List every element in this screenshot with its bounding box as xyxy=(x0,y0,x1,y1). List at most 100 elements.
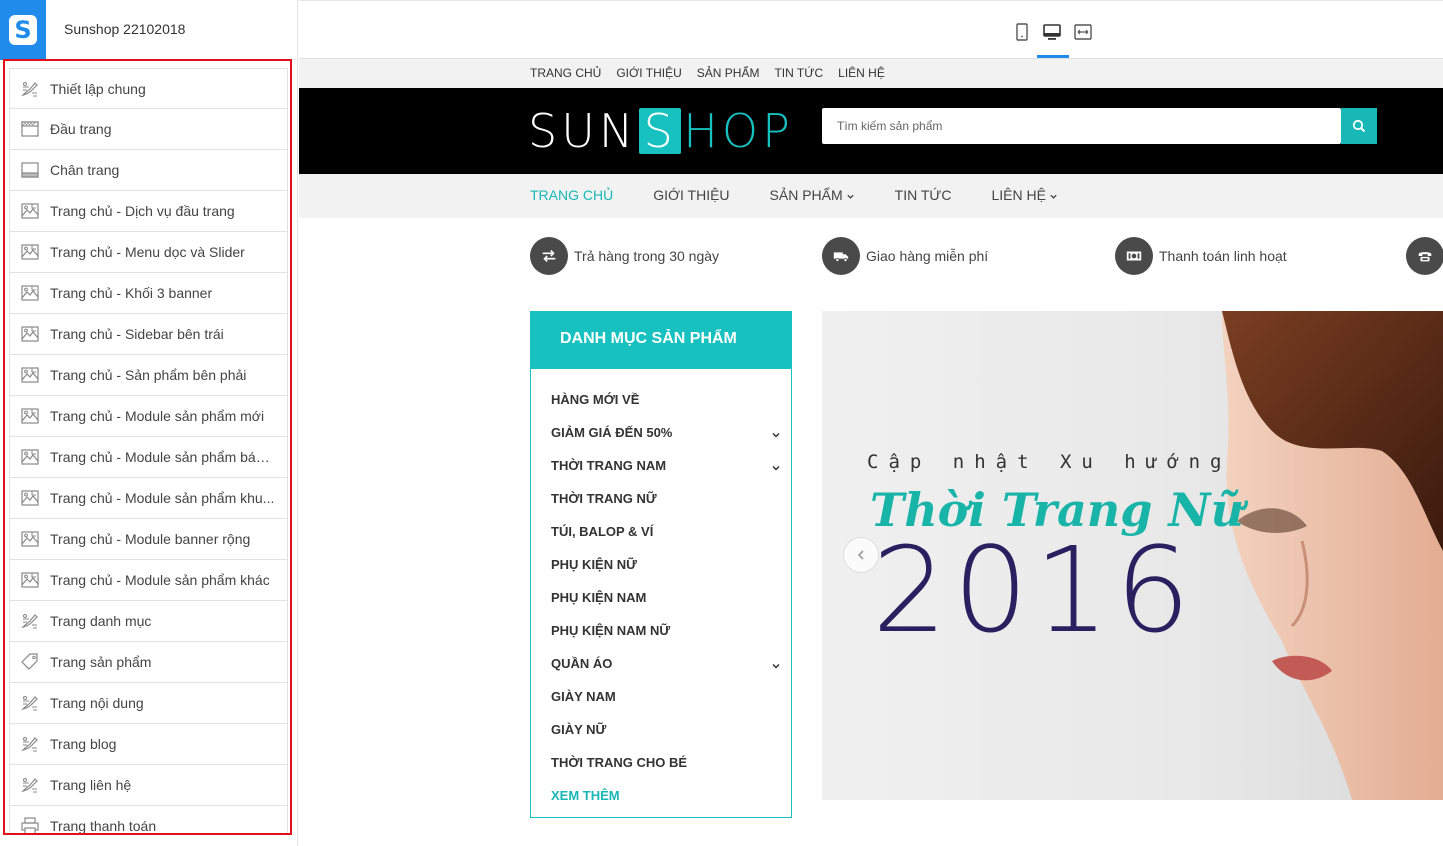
hero-slider[interactable]: Cập nhật Xu hướng Thời Trang Nữ 2016 xyxy=(822,311,1443,800)
category-item[interactable]: PHỤ KIỆN NAM NỮ xyxy=(531,614,791,647)
section-item[interactable]: Trang chủ - Menu dọc và Slider xyxy=(9,232,288,273)
section-item[interactable]: Trang liên hệ xyxy=(9,765,288,806)
homepage-image-icon xyxy=(20,242,40,262)
category-item[interactable]: THỜI TRANG NAM xyxy=(531,449,791,482)
section-item[interactable]: Thiết lập chung xyxy=(9,68,288,109)
mobile-view-icon[interactable] xyxy=(1011,21,1033,43)
nav-item[interactable]: LIÊN HỆ xyxy=(991,187,1057,204)
top-link[interactable]: TIN TỨC xyxy=(774,66,823,80)
storefront-preview: TRANG CHỦ GIỚI THIỆU SẢN PHẨM TIN TỨC LIÊN H… xyxy=(299,59,1443,846)
section-item-label: Trang chủ - Module sản phẩm mới xyxy=(50,408,265,424)
header-bar: SUN S HOP xyxy=(299,88,1443,174)
nav-item-label: LIÊN HỆ xyxy=(991,187,1046,203)
search-input[interactable] xyxy=(822,108,1341,144)
section-list-frame: Thiết lập chung Đầu trang Chân trang Trang … xyxy=(3,59,292,835)
preview-toolbar xyxy=(299,0,1443,59)
category-item[interactable]: HÀNG MỚI VỀ xyxy=(531,383,791,416)
category-panel: DANH MỤC SẢN PHẨM HÀNG MỚI VỀ GIẢM GIÁ ĐẾ… xyxy=(530,311,792,818)
top-link[interactable]: SẢN PHẨM xyxy=(697,66,760,80)
service-item: Thanh toán linh hoạt xyxy=(1115,237,1287,275)
service-item: Giao hàng miễn phí xyxy=(822,237,988,275)
homepage-image-icon xyxy=(20,488,40,508)
section-item-label: Trang blog xyxy=(50,736,117,752)
category-view-more-link[interactable]: XEM THÊM xyxy=(531,779,791,812)
service-label: Trả hàng trong 30 ngày xyxy=(574,248,720,264)
section-item-label: Trang chủ - Khối 3 banner xyxy=(50,285,213,301)
footer-layout-icon xyxy=(20,160,40,180)
section-item[interactable]: Trang blog xyxy=(9,724,288,765)
section-item[interactable]: Trang nội dung xyxy=(9,683,288,724)
section-item[interactable]: Trang chủ - Module sản phẩm mới xyxy=(9,396,288,437)
category-item[interactable]: THỜI TRANG CHO BÉ xyxy=(531,746,791,779)
section-item[interactable]: Trang chủ - Khối 3 banner xyxy=(9,273,288,314)
search-icon xyxy=(1352,119,1366,133)
nav-item[interactable]: TRANG CHỦ xyxy=(530,187,613,204)
nav-item[interactable]: TIN TỨC xyxy=(895,187,952,204)
section-item[interactable]: Trang chủ - Dịch vụ đầu trang xyxy=(9,191,288,232)
category-label: GIẢM GIÁ ĐẾN 50% xyxy=(551,425,673,440)
section-item-label: Trang chủ - Dịch vụ đầu trang xyxy=(50,203,235,219)
header-layout-icon xyxy=(20,119,40,139)
top-link[interactable]: LIÊN HỆ xyxy=(838,66,885,80)
chevron-down-icon[interactable] xyxy=(771,659,781,669)
section-item-label: Trang nội dung xyxy=(50,695,144,711)
homepage-image-icon xyxy=(20,365,40,385)
section-item-label: Trang chủ - Module banner rộng xyxy=(50,531,251,547)
section-item[interactable]: Trang chủ - Module sản phẩm khu... xyxy=(9,478,288,519)
logo-bag-letter: S xyxy=(643,104,677,158)
homepage-image-icon xyxy=(20,529,40,549)
logo-text-sun: SUN xyxy=(528,104,638,158)
section-item-label: Trang chủ - Module sản phẩm khu... xyxy=(50,490,275,506)
section-item[interactable]: Trang thanh toán xyxy=(9,806,288,833)
chevron-down-icon[interactable] xyxy=(771,461,781,471)
truck-icon xyxy=(822,237,860,275)
section-item[interactable]: Trang chủ - Module sản phẩm khác xyxy=(9,560,288,601)
category-item[interactable]: GIÀY NAM xyxy=(531,680,791,713)
nav-item[interactable]: GIỚI THIỆU xyxy=(653,187,729,204)
category-item[interactable]: QUẦN ÁO xyxy=(531,647,791,680)
app-window: S Sunshop 22102018 Thiết lập chung Đầu tr… xyxy=(0,0,1443,846)
section-item[interactable]: Trang chủ - Module sản phẩm bán... xyxy=(9,437,288,478)
phone-icon xyxy=(1406,237,1443,275)
top-link[interactable]: TRANG CHỦ xyxy=(530,66,601,80)
model-photo xyxy=(1222,311,1443,800)
category-label: PHỤ KIỆN NAM xyxy=(551,590,647,605)
section-item[interactable]: Chân trang xyxy=(9,150,288,191)
section-item-label: Trang sản phẩm xyxy=(50,654,152,670)
category-item[interactable]: GIẢM GIÁ ĐẾN 50% xyxy=(531,416,791,449)
top-link[interactable]: GIỚI THIỆU xyxy=(616,66,681,80)
section-item[interactable]: Trang chủ - Module banner rộng xyxy=(9,519,288,560)
service-item xyxy=(1406,237,1443,275)
active-device-indicator xyxy=(1037,55,1069,58)
category-item[interactable]: TÚI, BALOP & VÍ xyxy=(531,515,791,548)
section-item[interactable]: Trang danh mục xyxy=(9,601,288,642)
fullwidth-view-icon[interactable] xyxy=(1072,21,1094,43)
category-label: PHỤ KIỆN NAM NỮ xyxy=(551,623,671,638)
section-item[interactable]: Đầu trang xyxy=(9,109,288,150)
category-label: GIÀY NỮ xyxy=(551,722,607,737)
site-logo[interactable]: SUN S HOP xyxy=(528,104,794,158)
search-button[interactable] xyxy=(1341,108,1377,144)
section-item-label: Trang chủ - Module sản phẩm bán... xyxy=(50,449,275,465)
section-item[interactable]: Trang sản phẩm xyxy=(9,642,288,683)
printer-icon xyxy=(20,816,40,833)
desktop-view-icon[interactable] xyxy=(1041,21,1063,43)
category-list: HÀNG MỚI VỀ GIẢM GIÁ ĐẾN 50% THỜI TRANG NA… xyxy=(531,369,791,812)
service-label: Thanh toán linh hoạt xyxy=(1159,248,1287,264)
nav-item[interactable]: SẢN PHẨM xyxy=(770,187,855,204)
section-item[interactable]: Trang chủ - Sidebar bên trái xyxy=(9,314,288,355)
section-item-label: Trang chủ - Menu dọc và Slider xyxy=(50,244,245,260)
brush-settings-icon xyxy=(20,734,40,754)
category-item[interactable]: GIÀY NỮ xyxy=(531,713,791,746)
logo-s-icon: S xyxy=(9,15,37,45)
chevron-down-icon[interactable] xyxy=(771,428,781,438)
exchange-arrows-icon xyxy=(530,237,568,275)
app-logo[interactable]: S xyxy=(0,0,46,60)
category-item[interactable]: PHỤ KIỆN NAM xyxy=(531,581,791,614)
category-item[interactable]: THỜI TRANG NỮ xyxy=(531,482,791,515)
slider-prev-button[interactable] xyxy=(843,537,879,573)
brush-settings-icon xyxy=(20,79,40,99)
section-item[interactable]: Trang chủ - Sản phẩm bên phải xyxy=(9,355,288,396)
top-links: TRANG CHỦ GIỚI THIỆU SẢN PHẨM TIN TỨC LIÊN H… xyxy=(530,66,885,80)
category-item[interactable]: PHỤ KIỆN NỮ xyxy=(531,548,791,581)
